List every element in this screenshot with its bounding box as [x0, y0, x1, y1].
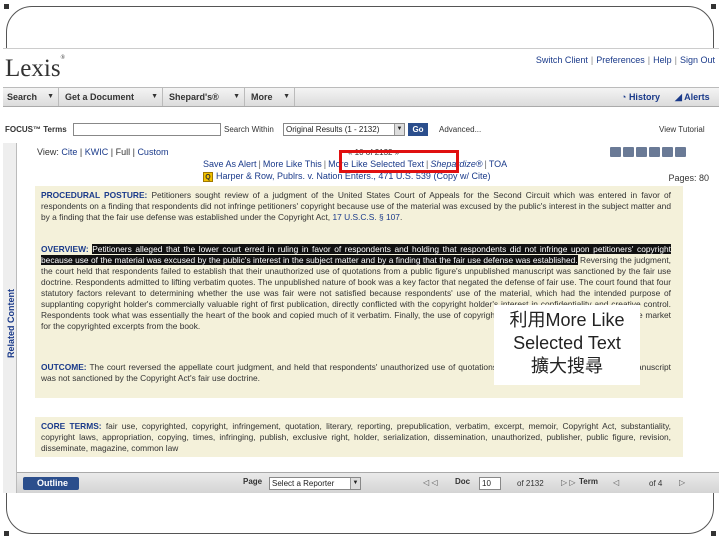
view-full-link[interactable]: Full [116, 147, 131, 157]
dropdown-arrow-icon: ▼ [233, 93, 240, 100]
reporter-select[interactable]: Select a Reporter ▼ [269, 477, 361, 490]
procedural-posture-paragraph: PROCEDURAL POSTURE: Petitioners sought r… [41, 190, 671, 222]
history-icon: ◔ [621, 92, 629, 102]
page-nav-arrows[interactable]: ◁ ◁ [423, 478, 438, 487]
view-label: View: [37, 147, 59, 157]
more-like-this-link[interactable]: More Like This [263, 159, 322, 169]
related-content-label: Related Content [6, 288, 16, 358]
frame-corner-marker [711, 531, 716, 536]
view-options: View: Cite | KWIC | Full | Custom [37, 147, 169, 157]
history-link[interactable]: ◔ History [621, 88, 660, 106]
view-cite-link[interactable]: Cite [61, 147, 77, 157]
selected-text[interactable]: Petitioners alleged that the lower court… [41, 244, 671, 265]
annotation-callout: 利用More Like Selected Text 擴大搜尋 [494, 305, 640, 385]
nav-shepards-menu[interactable]: Shepard's® ▼ [165, 88, 245, 106]
print-icon[interactable] [623, 147, 634, 157]
shepards-signal-icon[interactable]: Q [203, 172, 213, 182]
statute-cite-link[interactable]: 17 U.S.C.S. § 107 [332, 212, 400, 222]
focus-search-bar: FOCUS™ Terms Search Within Original Resu… [3, 121, 719, 139]
flag-icon[interactable] [675, 147, 686, 157]
term-total: of 4 [649, 479, 663, 488]
frame-corner-marker [4, 4, 9, 9]
view-tutorial-link[interactable]: View Tutorial [659, 125, 705, 134]
procedural-posture-heading: PROCEDURAL POSTURE: [41, 190, 148, 200]
core-terms-panel: CORE TERMS: fair use, copyrighted, copyr… [35, 417, 683, 457]
search-within-select[interactable]: Original Results (1 - 2132) ▼ [283, 123, 405, 136]
save-as-alert-link[interactable]: Save As Alert [203, 159, 257, 169]
toa-link[interactable]: TOA [489, 159, 507, 169]
chevron-down-icon: ▼ [394, 124, 404, 135]
chevron-down-icon: ▼ [350, 478, 360, 489]
doc-total: of 2132 [517, 479, 544, 488]
doc-label: Doc [455, 477, 471, 486]
nav-get-document-menu[interactable]: Get a Document ▼ [61, 88, 163, 106]
doc-number-input[interactable]: 10 [479, 477, 501, 490]
lexis-app-window: Lexis® Switch Client | Preferences | Help | Si… [3, 48, 719, 493]
annotation-highlight-box [339, 150, 459, 173]
dropdown-arrow-icon: ▼ [283, 93, 290, 100]
core-terms-heading: CORE TERMS: [41, 421, 102, 431]
core-terms-paragraph: CORE TERMS: fair use, copyrighted, copyr… [41, 421, 671, 453]
nav-more-menu[interactable]: More ▼ [247, 88, 295, 106]
bottom-navigation-bar: Outline Page Select a Reporter ▼ ◁ ◁ Doc … [17, 472, 719, 493]
dropdown-arrow-icon: ▼ [47, 93, 54, 100]
term-label: Term [579, 477, 598, 486]
related-content-panel[interactable]: Related Content [3, 143, 17, 493]
view-kwic-link[interactable]: KWIC [85, 147, 109, 157]
save-icon[interactable] [636, 147, 647, 157]
focus-terms-label: FOCUS™ Terms [5, 125, 67, 134]
doc-nav-arrows[interactable]: ▷ ▷ [561, 478, 576, 487]
go-button[interactable]: Go [408, 123, 428, 136]
page-label: Page [243, 477, 263, 486]
outcome-heading: OUTCOME: [41, 362, 87, 372]
frame-corner-marker [711, 4, 716, 9]
alerts-link[interactable]: ◢ Alerts [675, 88, 710, 106]
lexis-logo[interactable]: Lexis® [5, 55, 65, 83]
email-icon[interactable] [649, 147, 660, 157]
dropdown-arrow-icon: ▼ [151, 93, 158, 100]
check-icon[interactable] [662, 147, 673, 157]
outline-button[interactable]: Outline [23, 477, 79, 490]
term-next-arrows[interactable]: ▷ [679, 478, 685, 487]
nav-search-menu[interactable]: Search ▼ [3, 88, 59, 106]
focus-terms-input[interactable] [73, 123, 221, 136]
page-count: Pages: 80 [668, 173, 709, 183]
switch-client-link[interactable]: Switch Client [536, 55, 588, 65]
frame-corner-marker [4, 531, 9, 536]
main-nav-bar: Search ▼ Get a Document ▼ Shepard's® ▼ More… [3, 87, 719, 107]
top-links: Switch Client | Preferences | Help | Sign Out [535, 55, 715, 65]
overview-heading: OVERVIEW: [41, 244, 89, 254]
advanced-link[interactable]: Advanced... [439, 125, 481, 134]
help-link[interactable]: Help [653, 55, 672, 65]
fax-icon[interactable] [610, 147, 621, 157]
sign-out-link[interactable]: Sign Out [680, 55, 715, 65]
search-within-label: Search Within [224, 125, 274, 134]
alerts-icon: ◢ [675, 92, 685, 102]
document-tools [610, 147, 688, 159]
preferences-link[interactable]: Preferences [596, 55, 645, 65]
view-custom-link[interactable]: Custom [137, 147, 168, 157]
term-prev-arrows[interactable]: ◁ [613, 478, 619, 487]
